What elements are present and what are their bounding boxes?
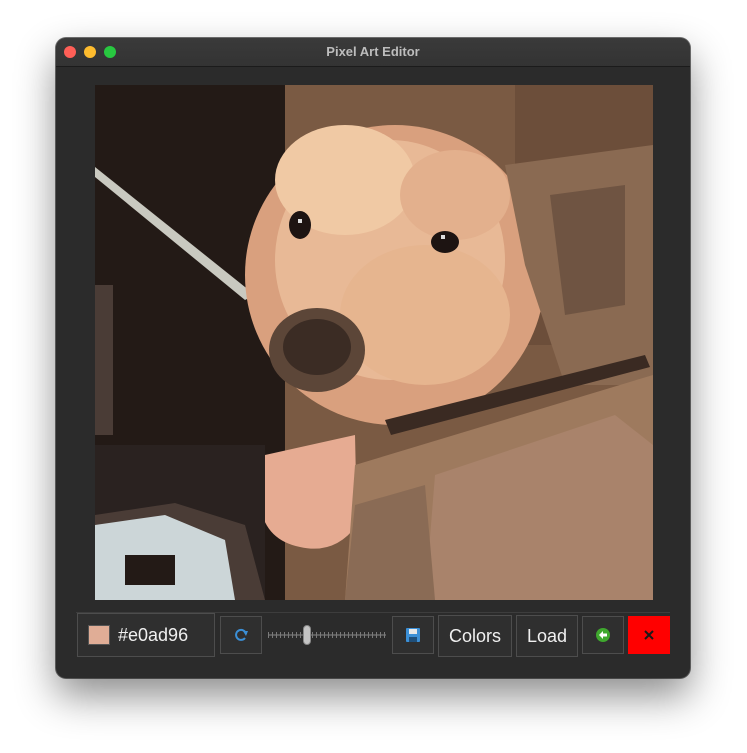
bottom-toolbar: #e0ad96 Colors Load	[76, 612, 670, 659]
color-hex-value: #e0ad96	[118, 624, 189, 645]
refresh-button[interactable]	[220, 616, 262, 654]
save-icon	[406, 628, 420, 642]
refresh-icon	[235, 628, 248, 641]
undo-button[interactable]	[582, 616, 624, 654]
pixel-art-image	[95, 85, 653, 600]
clear-icon	[644, 630, 654, 640]
current-color-field[interactable]: #e0ad96	[77, 613, 215, 657]
load-button[interactable]: Load	[516, 615, 578, 657]
color-swatch	[88, 625, 110, 645]
brush-size-slider[interactable]	[268, 625, 386, 645]
clear-button[interactable]	[628, 616, 670, 654]
colors-button[interactable]: Colors	[438, 615, 512, 657]
save-button[interactable]	[392, 616, 434, 654]
slider-thumb[interactable]	[303, 625, 311, 645]
app-window: Pixel Art Editor #e0ad96 Colors Load	[56, 38, 690, 678]
title-bar: Pixel Art Editor	[56, 38, 690, 67]
undo-icon	[596, 628, 610, 642]
window-title: Pixel Art Editor	[326, 44, 420, 59]
pixel-canvas[interactable]	[95, 85, 653, 600]
